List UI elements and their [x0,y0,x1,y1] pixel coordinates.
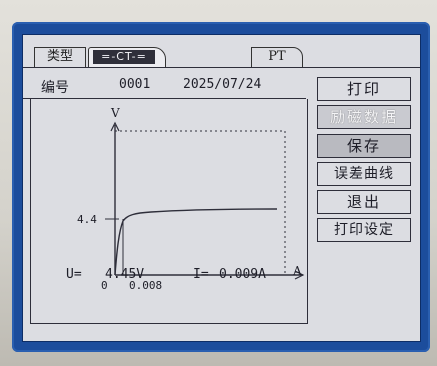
current-label: I= [193,267,209,282]
tab-type-label: 类型 [34,47,86,67]
record-number-value: 0001 [119,77,151,92]
print-settings-button[interactable]: 打印设定 [317,218,411,242]
current-value: 0.009A [219,267,266,282]
y-axis-label: V [110,106,120,120]
voltage-value: 4.45V [105,267,145,282]
tab-ct-label: =-CT-= [93,50,155,64]
tab-pt[interactable]: PT [251,47,303,68]
tab-ct[interactable]: =-CT-= [88,47,166,68]
exit-button[interactable]: 退出 [317,190,411,214]
y-tick-label: 4.4 [77,213,97,226]
record-date: 2025/07/24 [183,77,262,92]
x-axis-label: A [292,264,302,278]
save-button[interactable]: 保存 [317,134,411,158]
excitation-curve-chart: V A 4.4 0 0.008 [77,106,305,292]
voltage-label: U= [66,267,82,282]
print-button[interactable]: 打印 [317,77,411,101]
excitation-data-button[interactable]: 励磁数据 [317,105,411,129]
excitation-curve-panel: V A 4.4 0 0.008 [30,99,308,324]
error-curve-button[interactable]: 误差曲线 [317,162,411,186]
lcd-screen: 类型 =-CT-= PT 编号 0001 2025/07/24 V A 4.4 … [22,34,421,342]
tab-divider [23,67,420,68]
record-number-label: 编号 [41,80,69,96]
excitation-curve-line [114,208,278,276]
